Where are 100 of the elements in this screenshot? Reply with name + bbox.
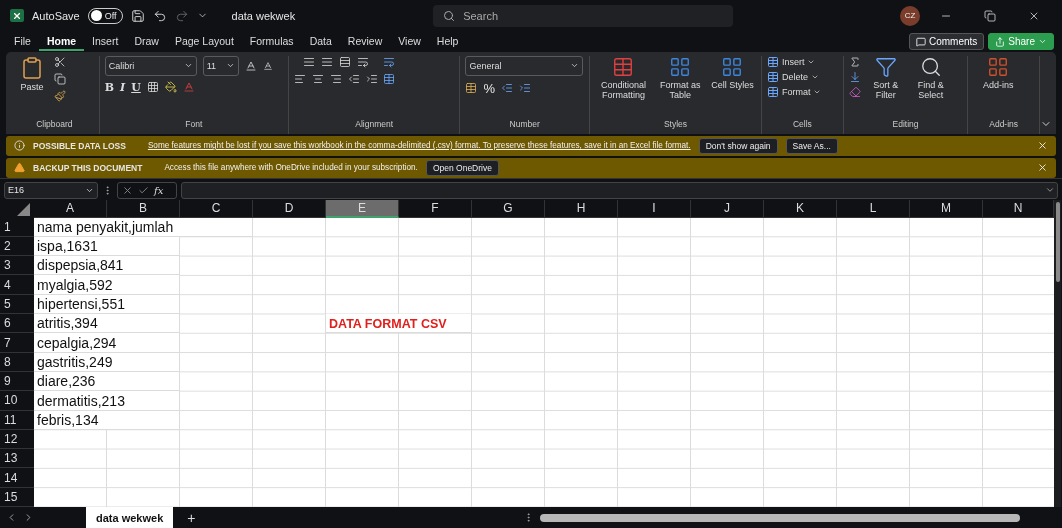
row-header[interactable]: 7 (0, 333, 34, 353)
shrink-font-icon[interactable] (262, 60, 273, 71)
menu-tab[interactable]: Formulas (241, 32, 302, 51)
message-button[interactable]: Don't show again (698, 137, 778, 154)
row-header[interactable]: 10 (0, 391, 34, 411)
search-field[interactable]: Search (433, 4, 734, 27)
row-header[interactable]: 4 (0, 275, 34, 295)
merge-icon[interactable] (383, 72, 396, 85)
cells-button[interactable]: Format (766, 85, 822, 98)
menu-tab[interactable]: View (390, 32, 429, 51)
wrap-text-icon[interactable] (383, 55, 396, 68)
menu-tab[interactable]: Page Layout (166, 32, 242, 51)
close-icon[interactable] (1037, 140, 1048, 152)
align-top-icon[interactable] (303, 55, 316, 68)
row-header[interactable]: 2 (0, 236, 34, 257)
number-format-field[interactable]: General (465, 55, 584, 76)
row-header[interactable]: 14 (0, 468, 34, 488)
menu-tab[interactable]: Draw (126, 32, 167, 51)
menu-tab[interactable]: Help (428, 32, 467, 51)
row-header[interactable]: 5 (0, 294, 34, 315)
close-icon[interactable] (1037, 162, 1048, 174)
align-center-icon[interactable] (312, 72, 325, 85)
column-header[interactable]: C (180, 199, 253, 218)
italic-button[interactable]: I (120, 80, 126, 94)
column-header[interactable]: M (910, 199, 983, 218)
column-header[interactable]: N (983, 199, 1054, 218)
borders-icon[interactable] (146, 81, 159, 94)
percent-button[interactable]: % (483, 80, 495, 96)
editing-button[interactable]: Sort & Filter (865, 55, 906, 101)
cancel-icon[interactable] (122, 184, 133, 196)
eraser-icon[interactable] (848, 85, 861, 98)
font-name-field[interactable]: Calibri (104, 55, 197, 76)
style-button[interactable]: Format as Table (656, 55, 704, 101)
message-button[interactable]: Save As... (785, 137, 838, 154)
column-header[interactable]: I (618, 199, 691, 218)
add-sheet-button[interactable]: + (179, 509, 204, 526)
underline-button[interactable]: U (131, 80, 141, 94)
bold-button[interactable]: B (104, 80, 114, 94)
font-size-field[interactable]: 11 (202, 55, 239, 76)
font-color-icon[interactable] (182, 81, 195, 94)
accounting-icon[interactable] (465, 82, 478, 95)
paste-button[interactable]: Paste (15, 55, 49, 93)
increase-indent-icon[interactable] (366, 72, 379, 85)
column-header[interactable]: K (764, 199, 837, 218)
formula-input[interactable] (181, 181, 1058, 199)
editing-button[interactable]: Find & Select (910, 55, 951, 101)
fill-color-icon[interactable] (164, 81, 177, 94)
row-header[interactable]: 8 (0, 352, 34, 372)
user-avatar[interactable]: CZ (900, 5, 920, 26)
column-header[interactable]: D (253, 199, 326, 218)
redo-icon[interactable] (174, 8, 189, 23)
row-header[interactable]: 3 (0, 256, 34, 276)
copy-icon[interactable] (54, 72, 66, 85)
row-header[interactable]: 1 (0, 217, 34, 237)
cells-button[interactable]: Delete (766, 70, 819, 83)
comments-button[interactable]: Comments (908, 33, 985, 51)
enter-icon[interactable] (138, 184, 149, 196)
column-header[interactable]: J (691, 199, 764, 218)
grow-font-icon[interactable] (244, 59, 257, 72)
column-header[interactable]: G (472, 199, 545, 218)
row-header[interactable]: 9 (0, 371, 34, 392)
horizontal-scrollbar[interactable] (540, 513, 1020, 522)
menu-tab[interactable]: Insert (84, 32, 127, 51)
column-header[interactable]: A (34, 199, 107, 218)
fill-icon[interactable] (848, 70, 861, 83)
save-icon[interactable] (130, 8, 145, 23)
name-box[interactable]: E16 (4, 181, 98, 199)
scissors-icon[interactable] (54, 55, 66, 68)
style-button[interactable]: Cell Styles (708, 55, 756, 91)
align-left-icon[interactable] (294, 72, 307, 85)
restore-icon[interactable] (984, 9, 996, 22)
column-header[interactable]: H (545, 199, 618, 218)
undo-icon[interactable] (152, 8, 167, 23)
row-header[interactable]: 12 (0, 429, 34, 450)
row-header[interactable]: 11 (0, 410, 34, 430)
align-bottom-icon[interactable] (339, 55, 352, 68)
message-link[interactable]: Some features might be lost if you save this workbook in the comma-delimited (.csv) format. To preserve these features, save it in an Excel file format. (147, 141, 691, 151)
sum-icon[interactable] (848, 55, 861, 68)
sheet-tab[interactable]: data wekwek (86, 507, 174, 528)
align-middle-icon[interactable] (321, 55, 334, 68)
insert-function-button[interactable]: fx (154, 184, 164, 196)
row-header[interactable]: 15 (0, 487, 34, 508)
cells-button[interactable]: Insert (766, 55, 816, 68)
scroll-thumb[interactable] (1055, 201, 1060, 282)
row-header[interactable]: 13 (0, 449, 34, 469)
column-header[interactable]: E (326, 199, 399, 218)
column-header[interactable]: F (399, 199, 472, 218)
file-name[interactable]: data wekwek (231, 9, 296, 22)
style-button[interactable]: Conditional Formatting (594, 55, 652, 101)
row-header[interactable]: 6 (0, 314, 34, 334)
menu-tab[interactable]: File (6, 32, 39, 51)
paintbrush-icon[interactable] (54, 89, 66, 102)
message-button[interactable]: Open OneDrive (425, 159, 499, 176)
menu-tab[interactable]: Data (301, 32, 340, 51)
column-header[interactable]: B (107, 199, 180, 218)
menu-tab[interactable]: Review (339, 32, 391, 51)
add-ins-button[interactable]: Add-ins (973, 55, 1024, 91)
align-right-icon[interactable] (330, 72, 343, 85)
column-header[interactable]: L (837, 199, 910, 218)
decrease-indent-icon[interactable] (348, 72, 361, 85)
